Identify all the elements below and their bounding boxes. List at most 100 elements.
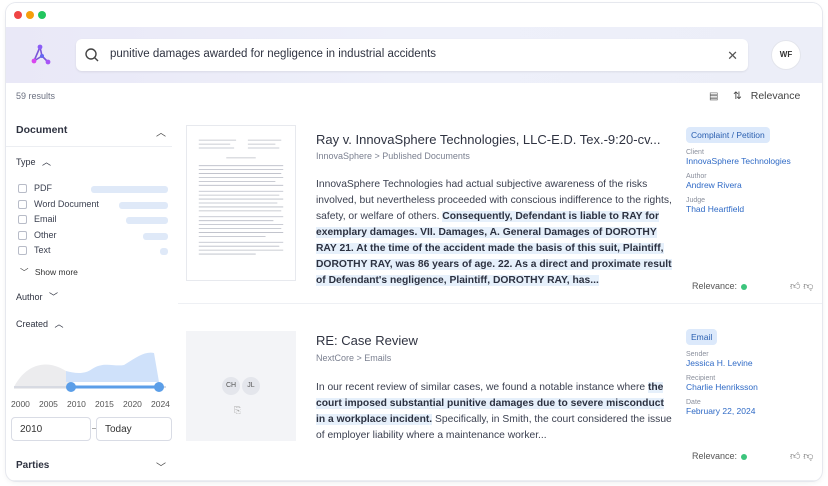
date-from-input[interactable]: 2010: [11, 417, 91, 441]
type-filter-option[interactable]: Word Document: [18, 199, 168, 211]
search-input[interactable]: punitive damages awarded for negligence …: [110, 48, 436, 60]
thumbs-down-icon[interactable]: 👎︎: [803, 451, 813, 462]
chevron-down-icon: ﹀: [49, 292, 59, 302]
search-box[interactable]: punitive damages awarded for negligence …: [76, 39, 748, 71]
search-result-card[interactable]: Ray v. InnovaSphere Technologies, LLC-E.…: [186, 125, 822, 295]
relevance-dot-icon: [741, 453, 748, 460]
metadata-key: Client: [686, 149, 704, 156]
relevance-label: Relevance:: [692, 451, 738, 461]
type-filter-label: Type: [16, 157, 36, 167]
email-thumbnail[interactable]: CH JL ⎘: [186, 331, 296, 441]
year-tick-label: 2024: [151, 399, 170, 409]
thumbs-down-icon[interactable]: 👎︎: [803, 281, 813, 292]
created-filter-label: Created: [16, 319, 49, 329]
type-option-label: Email: [34, 214, 57, 224]
year-tick-label: 2015: [95, 399, 114, 409]
sort-arrows-icon: ⇅: [733, 90, 742, 102]
document-thumbnail[interactable]: [186, 125, 296, 281]
created-date-histogram[interactable]: [14, 347, 166, 397]
year-tick-label: 2020: [123, 399, 142, 409]
chevron-down-icon: ﹀: [20, 267, 29, 277]
type-count-bar: [91, 186, 168, 193]
show-more-button[interactable]: ﹀ Show more: [20, 266, 78, 278]
user-avatar[interactable]: WF: [771, 40, 801, 70]
year-tick-label: 2010: [67, 399, 86, 409]
minimize-window-button[interactable]: [26, 11, 34, 19]
result-path[interactable]: NextCore > Emails: [316, 353, 391, 363]
metadata-value[interactable]: InnovaSphere Technologies: [686, 156, 816, 167]
type-count-bar: [126, 217, 168, 224]
metadata-value[interactable]: Andrew Rivera: [686, 180, 816, 191]
metadata-value[interactable]: February 22, 2024: [686, 406, 816, 417]
sort-button[interactable]: ⇅ Relevance: [733, 90, 800, 102]
type-filter-option[interactable]: Email: [18, 214, 168, 226]
metadata-list: Sender Jessica H. Levine Recipient Charlie …: [686, 351, 816, 417]
metadata-value[interactable]: Charlie Henriksson: [686, 382, 816, 393]
relevance-label: Relevance:: [692, 281, 738, 291]
type-option-label: Word Document: [34, 198, 99, 209]
relevance-dot-icon: [741, 283, 748, 290]
metadata-value[interactable]: Thad Heartfield: [686, 204, 816, 215]
snippet-text: In our recent review of similar cases, w…: [316, 382, 648, 393]
chevron-up-icon[interactable]: ︿: [156, 124, 166, 139]
type-filter-option[interactable]: Other: [18, 230, 168, 242]
view-toggle-icon[interactable]: ▤: [709, 91, 718, 102]
type-option-label: PDF: [34, 183, 52, 193]
close-window-button[interactable]: [14, 11, 22, 19]
checkbox[interactable]: [18, 184, 27, 193]
type-filter-heading[interactable]: Type ︿: [16, 155, 51, 168]
chevron-up-icon: ︿: [54, 319, 64, 329]
author-filter-heading[interactable]: Author ﹀: [16, 290, 58, 303]
parties-filter-heading[interactable]: Parties: [16, 460, 49, 471]
metadata-key: Judge: [686, 197, 706, 204]
search-result-card[interactable]: CH JL ⎘ RE: Case Review NextCore > Email…: [186, 327, 822, 467]
show-more-label: Show more: [34, 267, 78, 277]
result-snippet: InnovaSphere Technologies had actual sub…: [316, 177, 674, 289]
range-handle-end[interactable]: [154, 382, 164, 392]
app-window: punitive damages awarded for negligence …: [6, 3, 822, 481]
thumbs-up-icon[interactable]: 👍︎: [790, 451, 800, 462]
created-filter-heading[interactable]: Created ︿: [16, 317, 64, 330]
header: punitive damages awarded for negligence …: [6, 27, 822, 83]
document-type-badge: Complaint / Petition: [686, 127, 770, 143]
checkbox[interactable]: [18, 230, 27, 240]
relevance-indicator: Relevance:: [692, 451, 748, 461]
type-option-label: Other: [34, 229, 57, 240]
checkbox[interactable]: [18, 215, 27, 224]
result-title[interactable]: RE: Case Review: [316, 333, 418, 348]
date-to-input[interactable]: Today: [96, 417, 172, 441]
result-path[interactable]: InnovaSphere > Published Documents: [316, 151, 470, 161]
document-filter-heading[interactable]: Document: [16, 124, 67, 136]
app-logo-icon[interactable]: [28, 43, 52, 67]
search-icon: [85, 48, 99, 62]
histogram-area-selected: [66, 352, 159, 382]
maximize-window-button[interactable]: [38, 11, 46, 19]
clear-search-icon[interactable]: ✕: [727, 48, 738, 64]
metadata-key: Date: [686, 399, 701, 406]
checkbox[interactable]: [18, 199, 27, 209]
author-filter-label: Author: [16, 292, 43, 302]
metadata-key: Author: [686, 173, 707, 180]
attachment-icon: ⎘: [234, 405, 242, 415]
feedback-buttons: 👍︎ 👎︎: [790, 280, 813, 292]
snippet-highlight: Consequently, Defendant is liable to RAY…: [316, 211, 672, 286]
checkbox[interactable]: [18, 246, 27, 255]
metadata-value[interactable]: Jessica H. Levine: [686, 358, 816, 369]
metadata-list: Client InnovaSphere Technologies Author And…: [686, 149, 816, 215]
titlebar: [6, 3, 822, 27]
result-title[interactable]: Ray v. InnovaSphere Technologies, LLC-E.…: [316, 132, 660, 147]
result-snippet: In our recent review of similar cases, w…: [316, 380, 674, 444]
participant-avatar: CH: [222, 377, 240, 395]
type-option-label: Text: [34, 245, 51, 255]
bottom-border: [6, 480, 822, 481]
thumbs-up-icon[interactable]: 👍︎: [790, 281, 800, 292]
chevron-down-icon[interactable]: ﹀: [156, 459, 166, 474]
year-tick-label: 2000: [11, 399, 30, 409]
range-handle-start[interactable]: [66, 382, 76, 392]
metadata-key: Sender: [686, 351, 709, 358]
relevance-indicator: Relevance:: [692, 281, 748, 291]
type-count-bar: [160, 248, 168, 255]
metadata-key: Recipient: [686, 375, 716, 382]
type-filter-option[interactable]: Text: [18, 245, 168, 257]
type-filter-option[interactable]: PDF: [18, 183, 168, 195]
